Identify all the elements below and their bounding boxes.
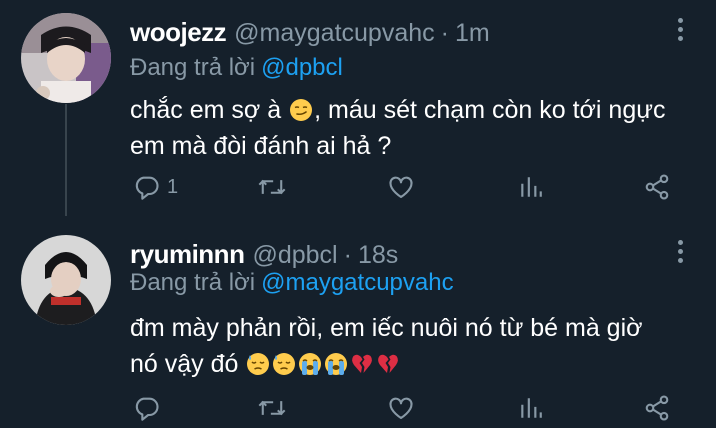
reply-button[interactable] [133,393,167,423]
views-chart-icon [521,177,542,197]
tweet-text-line: đm mày phản rồi, em iếc nuôi nó từ bé mà… [130,314,643,342]
tweet-header: woojezz @maygatcupvahc · 1m [130,17,490,48]
views-button[interactable] [518,172,544,202]
reply-button[interactable]: 1 [133,172,178,202]
downcast-sweat-emoji [247,353,270,375]
share-button[interactable] [643,393,671,423]
views-button[interactable] [518,393,544,423]
like-button[interactable] [387,393,415,423]
replying-to-line: Đang trả lời @dpbcl [130,54,343,82]
mention-link[interactable]: @dpbcl [261,54,343,81]
broken-heart-emoji [378,354,399,373]
tweet-text: chắc em sợ à , máu sét chạm còn ko tới n… [130,92,700,164]
avatar[interactable] [21,235,111,325]
user-handle[interactable]: @maygatcupvahc [234,19,434,48]
share-button[interactable] [643,172,671,202]
replying-to-line: Đang trả lời @maygatcupvahc [130,269,454,297]
replying-to-label: Đang trả lời [130,269,256,296]
retweet-button[interactable] [257,393,287,423]
tweet-text-line: chắc em sợ à , máu sét chạm còn ko tới n… [130,92,700,128]
tweet[interactable]: woojezz @maygatcupvahc · 1m Đang trả lời… [0,0,716,216]
reply-icon [135,176,159,200]
tweet-text-segment: , máu sét chạm còn ko tới ngực [314,96,666,124]
like-button[interactable] [387,172,415,202]
tweet-text: đm mày phản rồi, em iếc nuôi nó từ bé mà… [130,310,700,382]
tweet-header: ryuminnn @dpbcl · 18s [130,239,398,270]
timestamp[interactable]: 1m [455,19,490,48]
replying-to-label: Đang trả lời [130,54,256,81]
tweet-text-line: nó vậy đó [130,346,700,382]
loudly-crying-emoji [325,353,348,375]
loudly-crying-emoji [299,353,322,375]
tweet-text-line: em mà đòi đánh ai hả ? [130,132,392,160]
more-options-button[interactable] [673,240,687,270]
tweet-text-segment: chắc em sợ à [130,96,289,124]
heart-icon [389,397,413,419]
avatar[interactable] [21,13,111,103]
more-options-button[interactable] [673,18,687,48]
tweet-actions-bar [0,393,716,423]
downcast-sweat-emoji [273,353,296,375]
display-name[interactable]: ryuminnn [130,239,245,270]
separator-dot: · [343,241,352,269]
tweet-actions-bar: 1 [0,172,716,202]
user-handle[interactable]: @dpbcl [252,241,337,270]
reply-icon [135,397,159,421]
share-icon [645,395,669,421]
separator-dot: · [440,19,449,47]
mention-link[interactable]: @maygatcupvahc [261,269,453,296]
retweet-icon [258,400,286,416]
avatar-photo-icon [21,13,111,103]
tweet[interactable]: ryuminnn @dpbcl · 18s Đang trả lời @mayga… [0,218,716,428]
display-name[interactable]: woojezz [130,17,227,48]
reply-count: 1 [167,175,179,198]
broken-heart-emoji [352,354,373,373]
timestamp[interactable]: 18s [358,241,398,270]
reply-thread: woojezz @maygatcupvahc · 1m Đang trả lời… [0,0,716,428]
avatar-photo-icon [21,235,111,325]
smirking-face-emoji [290,99,313,121]
retweet-icon [258,179,286,195]
heart-icon [389,176,413,198]
views-chart-icon [521,398,542,418]
tweet-text-segment: nó vậy đó [130,350,246,378]
retweet-button[interactable] [257,172,287,202]
share-icon [645,174,669,200]
